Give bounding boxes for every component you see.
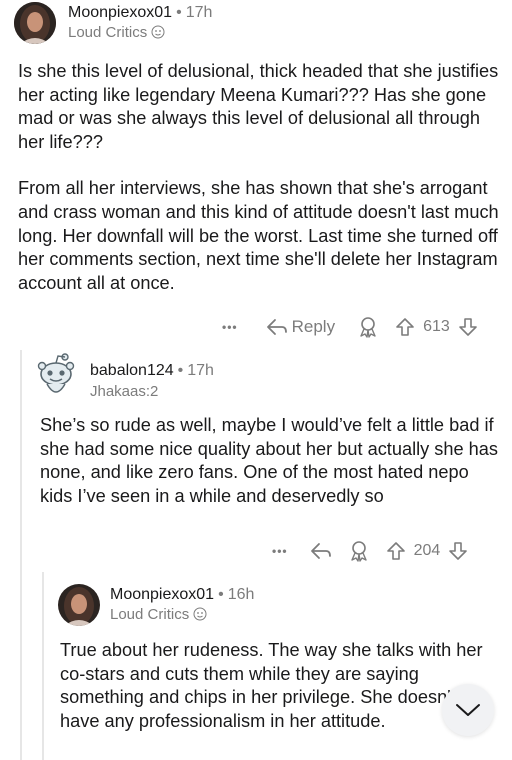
comment-time: 17h	[185, 4, 213, 21]
comment-actions: ••• Reply 613	[222, 316, 478, 338]
avatar-photo	[58, 584, 100, 626]
award-icon[interactable]	[348, 540, 370, 562]
comment-paragraph: True about her rudeness. The way she tal…	[60, 640, 483, 731]
flair-emoji-icon	[151, 25, 165, 39]
comment-actions: ••• 204	[272, 540, 468, 562]
comment-username-line: Moonpiexox01 • 16h	[110, 586, 255, 603]
vote-count: 204	[413, 542, 441, 559]
more-options-button[interactable]: •••	[222, 320, 238, 334]
comment-username-line: Moonpiexox01 • 17h	[68, 4, 213, 21]
upvote-icon[interactable]	[386, 541, 406, 561]
comment-paragraph: Is she this level of delusional, thick h…	[18, 61, 499, 152]
reply-arrow-icon[interactable]	[310, 542, 332, 560]
upvote-icon[interactable]	[395, 317, 415, 337]
comment-body: True about her rudeness. The way she tal…	[60, 639, 490, 733]
downvote-icon[interactable]	[448, 541, 468, 561]
username[interactable]: Moonpiexox01	[68, 4, 172, 21]
avatar-photo	[14, 2, 56, 44]
comment-body: Is she this level of delusional, thick h…	[18, 60, 500, 295]
scroll-down-button[interactable]	[442, 684, 494, 736]
user-flair: Jhakaas:2	[90, 383, 159, 400]
more-options-button[interactable]: •••	[272, 544, 288, 558]
thread-line[interactable]	[20, 350, 22, 760]
vote-count: 613	[423, 318, 450, 335]
username[interactable]: babalon124	[90, 362, 174, 379]
avatar[interactable]	[14, 2, 56, 44]
username[interactable]: Moonpiexox01	[110, 586, 214, 603]
user-flair: Loud Critics	[110, 606, 207, 623]
award-icon[interactable]	[357, 316, 379, 338]
comment-paragraph: From all her interviews, she has shown t…	[18, 178, 499, 293]
thread-line[interactable]	[42, 572, 44, 760]
avatar[interactable]	[58, 584, 100, 626]
reply-label: Reply	[291, 317, 336, 336]
downvote-icon[interactable]	[458, 317, 478, 337]
reply-button[interactable]: Reply	[266, 317, 335, 337]
comment-paragraph: She’s so rude as well, maybe I would’ve …	[40, 415, 499, 506]
avatar[interactable]	[34, 352, 78, 400]
comment-body: She’s so rude as well, maybe I would’ve …	[40, 414, 500, 508]
comment-time: 16h	[227, 586, 255, 603]
snoo-avatar	[37, 353, 75, 393]
flair-emoji-icon	[193, 607, 207, 621]
reply-arrow-icon	[266, 319, 287, 335]
user-flair: Loud Critics	[68, 24, 165, 41]
comment-username-line: babalon124 • 17h	[90, 362, 214, 379]
chevron-down-icon	[456, 704, 480, 716]
comment-time: 17h	[187, 362, 214, 379]
